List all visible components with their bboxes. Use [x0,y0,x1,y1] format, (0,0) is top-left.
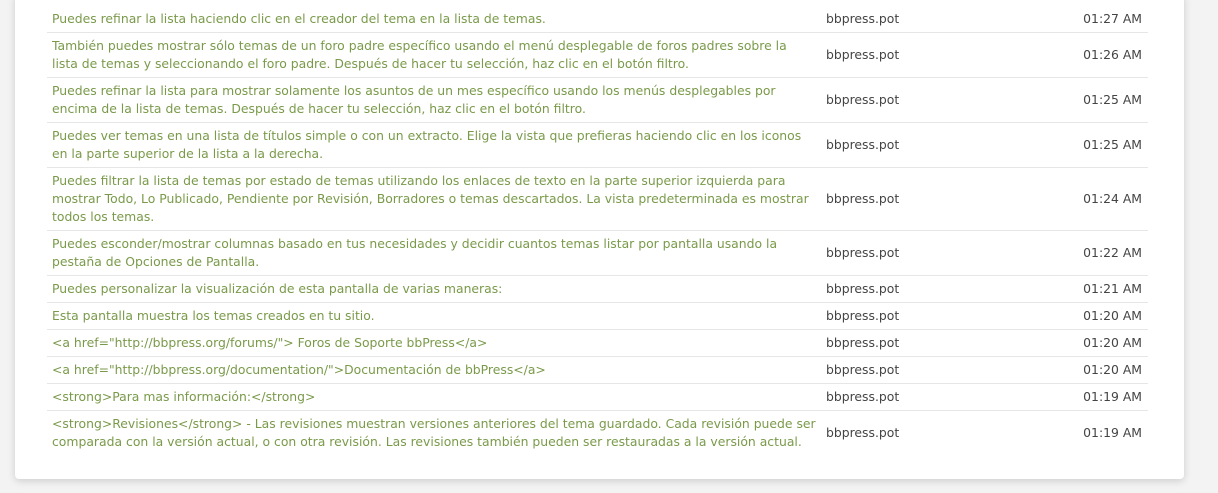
time-stamp: 01:20 AM [992,356,1148,384]
file-name: bbpress.pot [826,425,900,441]
file-name: bbpress.pot [826,356,992,384]
table-row: <a href="http://bbpress.org/documentatio… [47,356,1148,384]
table-row: <a href="http://bbpress.org/forums/"> Fo… [47,329,1148,357]
strings-table-body: Puedes refinar la lista haciendo clic en… [47,6,1148,456]
string-link[interactable]: <a href="http://bbpress.org/documentatio… [47,356,826,384]
time-stamp: 01:21 AM [992,275,1148,303]
table-row: Puedes personalizar la visualización de … [47,275,1148,303]
string-link[interactable]: Puedes refinar la lista para mostrar sol… [47,77,826,123]
file-name: bbpress.pot [826,302,992,330]
string-link[interactable]: Puedes refinar la lista haciendo clic en… [47,6,826,33]
string-link[interactable]: Puedes personalizar la visualización de … [47,275,826,303]
table-row: <strong>Para mas información:</strong> b… [47,383,1148,411]
string-link[interactable]: <strong>Para mas información:</strong> [47,383,826,411]
file-name: bbpress.pot [826,167,992,231]
file-name: bbpress.pot [826,6,992,33]
string-link[interactable]: Puedes esconder/mostrar columnas basado … [47,230,826,276]
time-stamp: 01:24 AM [992,167,1148,231]
time-stamp: 01:20 AM [992,329,1148,357]
string-link[interactable]: <strong>Revisiones</strong> - Las revisi… [47,411,826,456]
file-name: bbpress.pot [826,122,992,168]
table-row: Puedes ver temas en una lista de títulos… [47,122,1148,168]
time-stamp: 01:25 AM [992,122,1148,168]
file-name: bbpress.pot [826,32,992,78]
table-row: Puedes refinar la lista para mostrar sol… [47,77,1148,123]
file-name: bbpress.pot [826,275,992,303]
time-stamp: 01:19 AM [1083,425,1142,441]
time-stamp: 01:22 AM [992,230,1148,276]
file-name: bbpress.pot [826,383,992,411]
string-link[interactable]: Puedes filtrar la lista de temas por est… [47,167,826,231]
string-link[interactable]: Puedes ver temas en una lista de títulos… [47,122,826,168]
table-row: Esta pantalla muestra los temas creados … [47,302,1148,330]
file-name: bbpress.pot [826,77,992,123]
time-stamp: 01:20 AM [992,302,1148,330]
time-stamp: 01:19 AM [992,383,1148,411]
table-row: Puedes refinar la lista haciendo clic en… [47,6,1148,33]
table-row: Puedes filtrar la lista de temas por est… [47,167,1148,231]
string-link[interactable]: También puedes mostrar sólo temas de un … [47,32,826,78]
table-row: Puedes esconder/mostrar columnas basado … [47,230,1148,276]
time-stamp: 01:26 AM [992,32,1148,78]
table-row: También puedes mostrar sólo temas de un … [47,32,1148,78]
strings-table: Puedes refinar la lista haciendo clic en… [47,6,1148,456]
file-name: bbpress.pot [826,230,992,276]
time-stamp: 01:27 AM [992,6,1148,33]
file-name: bbpress.pot [826,329,992,357]
string-link[interactable]: Esta pantalla muestra los temas creados … [47,302,826,330]
table-row: <strong>Revisiones</strong> - Las revisi… [47,411,1148,456]
time-stamp: 01:25 AM [992,77,1148,123]
string-link[interactable]: <a href="http://bbpress.org/forums/"> Fo… [47,329,826,357]
